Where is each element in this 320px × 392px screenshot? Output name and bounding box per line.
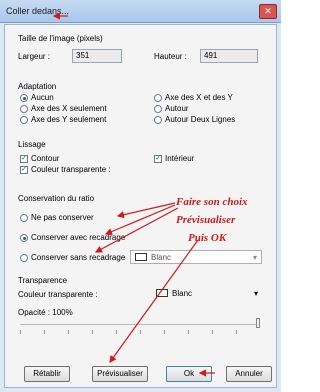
width-label: Largeur : bbox=[18, 52, 51, 61]
color-swatch bbox=[156, 289, 168, 297]
contour-label: Contour bbox=[31, 154, 60, 163]
radio-axe-x[interactable] bbox=[20, 105, 28, 113]
retablir-button[interactable]: Rétablir bbox=[24, 366, 70, 382]
option-autour-deux-lignes: Autour Deux Lignes bbox=[165, 115, 236, 124]
opacity-label: Opacité : 100% bbox=[18, 308, 73, 317]
annotation-line2: Prévisualiser bbox=[176, 214, 236, 226]
couleur-transparente-label: Couleur transparente : bbox=[31, 165, 111, 174]
option-conserver-avec: Conserver avec recadrage bbox=[31, 233, 126, 242]
radio-autour-deux-lignes[interactable] bbox=[154, 116, 162, 124]
chevron-down-icon: ▾ bbox=[252, 253, 257, 262]
transparence-label: Transparence bbox=[18, 276, 68, 285]
transparence-color-select[interactable]: Blanc ▾ bbox=[152, 286, 262, 300]
interieur-label: Intérieur bbox=[165, 154, 195, 163]
annotation-line1: Faire son choix bbox=[176, 196, 248, 208]
window-title: Coller dedans... bbox=[6, 6, 70, 16]
option-conserver-sans: Conserver sans recadrage bbox=[31, 253, 126, 262]
opacity-slider-thumb[interactable] bbox=[256, 318, 260, 328]
option-axe-x: Axe des X seulement bbox=[31, 104, 107, 113]
adaptation-group: Adaptation Aucun Axe des X et des Y Axe … bbox=[14, 82, 265, 134]
adaptation-label: Adaptation bbox=[18, 82, 57, 91]
option-autour: Autour bbox=[165, 104, 189, 113]
annotation-line3: Puis OK bbox=[188, 232, 227, 244]
option-axe-y: Axe des Y seulement bbox=[31, 115, 107, 124]
radio-conserver-sans[interactable] bbox=[20, 254, 28, 262]
opacity-slider-track[interactable] bbox=[20, 324, 260, 325]
option-aucun: Aucun bbox=[31, 93, 54, 102]
option-ne-pas-conserver: Ne pas conserver bbox=[31, 213, 94, 222]
option-axe-xy: Axe des X et des Y bbox=[165, 93, 233, 102]
ok-button[interactable]: Ok bbox=[166, 366, 212, 382]
close-button[interactable]: ✕ bbox=[259, 4, 277, 19]
lissage-label: Lissage bbox=[18, 140, 46, 149]
previsualiser-button[interactable]: Prévisualiser bbox=[92, 366, 148, 382]
contour-checkbox[interactable]: ✓ bbox=[20, 155, 28, 163]
slider-ticks bbox=[20, 330, 260, 334]
width-field[interactable]: 351 bbox=[72, 49, 122, 63]
ratio-color-value: Blanc bbox=[151, 253, 172, 262]
annuler-button[interactable]: Annuler bbox=[226, 366, 272, 382]
radio-aucun[interactable] bbox=[20, 94, 28, 102]
transparence-group: Transparence Couleur transparente : Blan… bbox=[14, 274, 265, 356]
image-size-label: Taille de l'image (pixels) bbox=[18, 34, 103, 43]
radio-autour[interactable] bbox=[154, 105, 162, 113]
ratio-color-select[interactable]: Blanc ▾ bbox=[130, 250, 262, 264]
radio-conserver-avec[interactable] bbox=[20, 234, 28, 242]
couleur-transparente-text: Couleur transparente : bbox=[18, 290, 98, 299]
image-size-group: Taille de l'image (pixels) Largeur : 351… bbox=[14, 34, 265, 70]
couleur-transparente-checkbox[interactable]: ✓ bbox=[20, 166, 28, 174]
chevron-down-icon: ▾ bbox=[253, 289, 258, 298]
ratio-label: Conservation du ratio bbox=[18, 194, 95, 203]
height-field[interactable]: 491 bbox=[200, 49, 258, 63]
transparence-color-value: Blanc bbox=[172, 289, 193, 298]
radio-ne-pas-conserver[interactable] bbox=[20, 214, 28, 222]
lissage-group: Lissage ✓ Contour ✓ Intérieur ✓ Couleur … bbox=[14, 140, 265, 182]
interieur-checkbox[interactable]: ✓ bbox=[154, 155, 162, 163]
radio-axe-y[interactable] bbox=[20, 116, 28, 124]
color-swatch bbox=[135, 253, 147, 261]
radio-axe-xy[interactable] bbox=[154, 94, 162, 102]
height-label: Hauteur : bbox=[154, 52, 187, 61]
dialog-window: Coller dedans... ✕ Taille de l'image (pi… bbox=[0, 0, 281, 392]
title-bar[interactable]: Coller dedans... ✕ bbox=[0, 0, 281, 23]
